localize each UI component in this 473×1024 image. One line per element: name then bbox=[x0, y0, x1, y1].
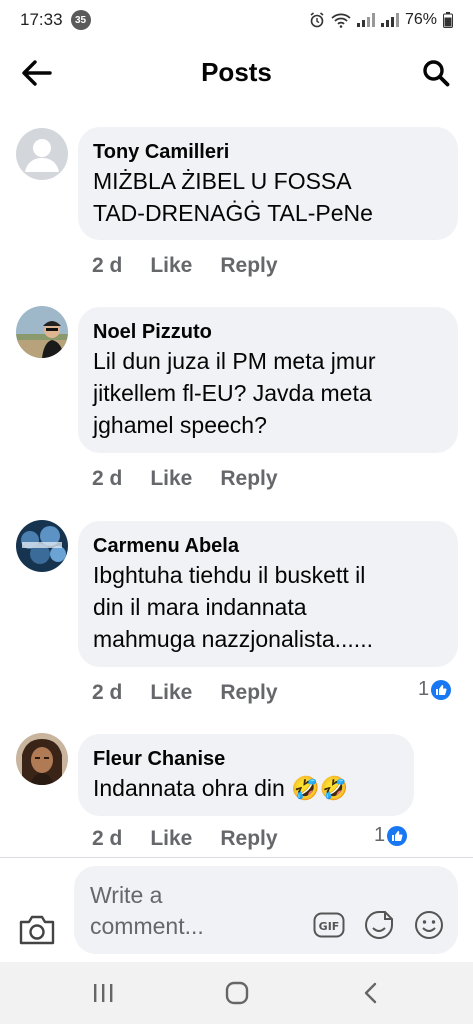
recent-apps-button[interactable] bbox=[88, 978, 118, 1008]
comment-actions: 2 d Like Reply bbox=[92, 827, 278, 851]
comment-author[interactable]: Carmenu Abela bbox=[93, 533, 442, 559]
comment-time: 2 d bbox=[92, 681, 123, 704]
comment-time: 2 d bbox=[92, 827, 123, 850]
back-nav-button[interactable] bbox=[356, 978, 386, 1008]
comment-bubble[interactable]: Noel Pizzuto Lil dun juza il PM meta jmu… bbox=[78, 307, 458, 453]
comment-actions: 2 d Like Reply bbox=[92, 467, 278, 491]
app-header: Posts bbox=[0, 40, 473, 106]
comment-author[interactable]: Tony Camilleri bbox=[93, 139, 442, 165]
like-button[interactable]: Like bbox=[150, 467, 192, 491]
comment-author[interactable]: Noel Pizzuto bbox=[93, 319, 442, 345]
like-button[interactable]: Like bbox=[150, 681, 192, 705]
comment-text: Ibghtuha tiehdu il buskett il din il mar… bbox=[93, 562, 373, 652]
reaction-count[interactable]: 1 bbox=[374, 824, 408, 847]
wifi-icon bbox=[331, 13, 351, 28]
recent-apps-icon bbox=[94, 984, 113, 1002]
avatar[interactable] bbox=[16, 128, 68, 180]
like-button[interactable]: Like bbox=[150, 254, 192, 278]
avatar[interactable] bbox=[16, 733, 68, 785]
reply-button[interactable]: Reply bbox=[220, 467, 277, 491]
home-icon bbox=[225, 981, 249, 1005]
profile-photo-icon bbox=[16, 306, 68, 358]
gif-label: GIF bbox=[319, 920, 340, 933]
emoji-icon bbox=[415, 911, 443, 939]
signal-icon-2 bbox=[380, 13, 399, 27]
gif-icon: GIF bbox=[313, 912, 345, 938]
reply-button[interactable]: Reply bbox=[220, 681, 277, 705]
comment-actions: 2 d Like Reply bbox=[92, 254, 278, 278]
comment-text: MIŻBLA ŻIBEL U FOSSA TAD-DRENAĠĠ TAL-PeN… bbox=[93, 168, 373, 226]
like-button[interactable]: Like bbox=[150, 827, 192, 851]
home-button[interactable] bbox=[222, 978, 252, 1008]
profile-photo-icon bbox=[16, 520, 68, 572]
avatar[interactable] bbox=[16, 306, 68, 358]
reply-button[interactable]: Reply bbox=[220, 254, 277, 278]
reaction-number: 1 bbox=[418, 678, 430, 700]
search-icon bbox=[423, 60, 450, 87]
search-button[interactable] bbox=[417, 54, 455, 92]
thumbs-up-icon bbox=[387, 825, 408, 846]
comment-actions: 2 d Like Reply bbox=[92, 681, 278, 705]
status-bar: 17:33 35 76% bbox=[0, 0, 473, 40]
alarm-icon bbox=[310, 12, 324, 28]
camera-icon bbox=[19, 915, 55, 945]
avatar[interactable] bbox=[16, 520, 68, 572]
comment-bubble[interactable]: Fleur Chanise Indannata ohra din 🤣🤣 bbox=[78, 734, 414, 816]
page-title: Posts bbox=[201, 57, 272, 87]
sticker-icon bbox=[365, 911, 393, 939]
comment-time: 2 d bbox=[92, 467, 123, 490]
comment-text: Lil dun juza il PM meta jmur jitkellem f… bbox=[93, 348, 376, 438]
thumbs-up-icon bbox=[431, 679, 452, 700]
reaction-count[interactable]: 1 bbox=[418, 678, 452, 701]
default-avatar-icon bbox=[25, 139, 59, 172]
comment-author[interactable]: Fleur Chanise bbox=[93, 746, 398, 772]
battery-percent: 76% bbox=[404, 11, 437, 28]
emoji-button[interactable] bbox=[412, 908, 446, 942]
gif-button[interactable]: GIF bbox=[312, 908, 346, 942]
sticker-button[interactable] bbox=[362, 908, 396, 942]
system-navigation-bar bbox=[0, 962, 473, 1024]
profile-photo-icon bbox=[16, 733, 68, 785]
reaction-number: 1 bbox=[374, 824, 386, 846]
comment-composer: Write a comment... GIF bbox=[0, 857, 473, 962]
comment-bubble[interactable]: Carmenu Abela Ibghtuha tiehdu il buskett… bbox=[78, 521, 458, 667]
comment-input[interactable]: Write a comment... GIF bbox=[74, 866, 458, 954]
comment-bubble[interactable]: Tony Camilleri MIŻBLA ŻIBEL U FOSSA TAD-… bbox=[78, 127, 458, 240]
reply-button[interactable]: Reply bbox=[220, 827, 277, 851]
notification-count-badge: 35 bbox=[70, 10, 91, 30]
battery-icon bbox=[443, 12, 453, 28]
comment-time: 2 d bbox=[92, 254, 123, 277]
signal-icon bbox=[356, 13, 375, 27]
chevron-left-icon bbox=[364, 982, 377, 1004]
comment-input-placeholder: Write a comment... bbox=[90, 882, 204, 939]
status-time: 17:33 bbox=[20, 10, 63, 29]
comment-text: Indannata ohra din 🤣🤣 bbox=[93, 775, 349, 801]
camera-button[interactable] bbox=[18, 914, 56, 948]
